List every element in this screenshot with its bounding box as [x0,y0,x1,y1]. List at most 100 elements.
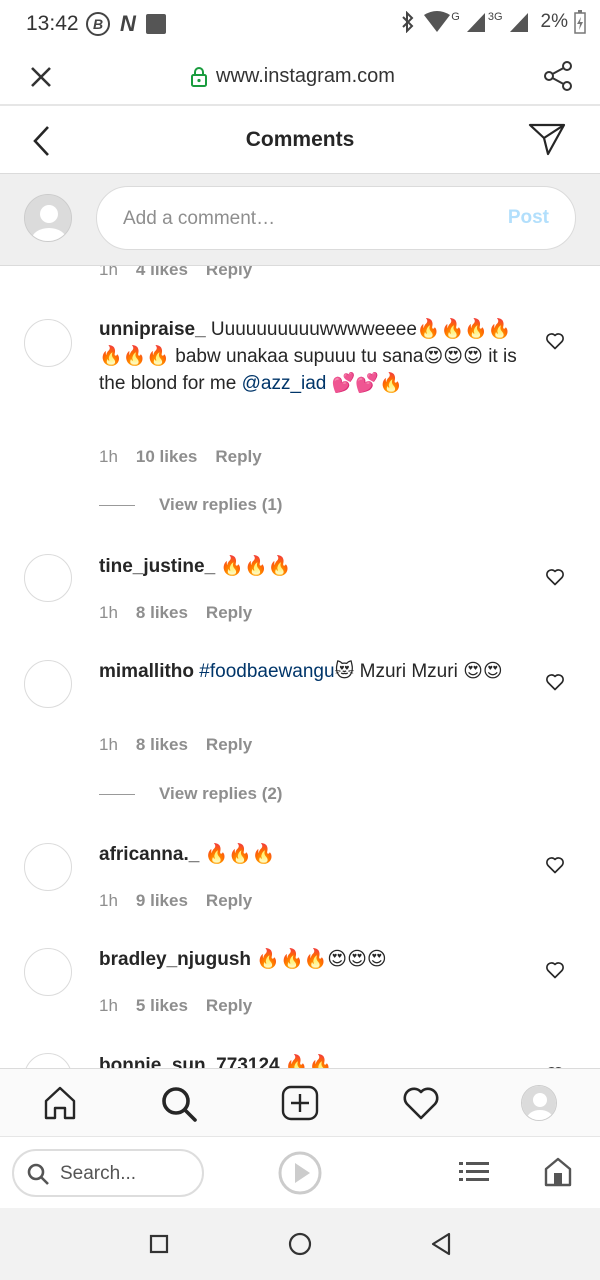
reply-button[interactable]: Reply [206,996,252,1016]
comment-body: 🔥🔥🔥 [199,844,276,865]
close-icon[interactable] [26,62,56,92]
search-placeholder: Search... [60,1163,137,1184]
browser-toolbar: www.instagram.com [0,48,600,106]
comment-time: 1h [99,447,118,466]
comment-likes[interactable]: 8 likes [136,735,188,755]
default-avatar-icon [522,1086,556,1120]
list-menu-icon[interactable] [459,1161,489,1183]
recent-apps-icon[interactable] [149,1234,169,1254]
like-heart-icon[interactable] [545,331,565,351]
comment-likes[interactable]: 4 likes [136,266,188,280]
comment-time: 1h [99,996,118,1015]
view-replies-button[interactable]: View replies (1) [99,495,282,515]
commenter-avatar[interactable] [24,554,72,602]
android-nav-bar [0,1208,600,1280]
comment-text: bradley_njugush 🔥🔥🔥😍😍😍 [99,946,519,973]
direct-send-icon[interactable] [528,122,566,156]
url-text: www.instagram.com [216,65,395,87]
post-button[interactable]: Post [508,207,549,229]
comment-meta: 1h 9 likes Reply [99,891,252,911]
comment-time: 1h [99,266,118,279]
commenter-avatar[interactable] [24,660,72,708]
comment-username[interactable]: unnipraise_ [99,319,206,340]
comment-input-placeholder: Add a comment… [123,208,276,229]
reply-button[interactable]: Reply [215,447,261,467]
commenter-avatar[interactable] [24,319,72,367]
comment-input[interactable]: Add a comment… Post [96,186,576,250]
comment-time: 1h [99,603,118,622]
back-triangle-icon[interactable] [430,1232,452,1256]
activity-heart-icon[interactable] [402,1085,440,1121]
comment-text: tine_justine_ 🔥🔥🔥 [99,553,519,580]
default-avatar-icon [25,195,71,241]
comment-hashtag[interactable]: #foodbaewangu [199,661,334,682]
profile-avatar[interactable] [521,1085,557,1121]
comment-text: mimallitho #foodbaewangu😻 Mzuri Mzuri 😍😍 [99,658,519,685]
browser-home-icon[interactable] [544,1157,572,1187]
page-title: Comments [245,128,355,151]
comment-body: 🔥🔥🔥 [215,556,292,577]
commenter-avatar[interactable] [24,843,72,891]
comment-likes[interactable]: 9 likes [136,891,188,911]
status-left-icons: B N [86,11,166,37]
replies-divider [99,504,135,506]
like-heart-icon[interactable] [545,672,565,692]
commenter-avatar[interactable] [24,948,72,996]
comment-time: 1h [99,891,118,910]
home-icon[interactable] [42,1085,78,1121]
url-field[interactable]: www.instagram.com [190,65,395,88]
n-logo-icon: N [120,11,136,36]
status-right-icons: G 3G 2% [399,10,586,34]
network-3g-label: 3G [487,11,503,23]
share-icon[interactable] [542,60,574,92]
replies-divider [99,793,135,795]
view-replies-button[interactable]: View replies (2) [99,784,282,804]
comment-username[interactable]: mimallitho [99,661,194,682]
search-icon[interactable] [160,1085,198,1123]
comment-mention[interactable]: @azz_iad [242,373,327,394]
home-circle-icon[interactable] [288,1232,312,1256]
battery-icon [574,10,586,34]
comment-meta: 1h 8 likes Reply [99,735,252,755]
like-heart-icon[interactable] [545,855,565,875]
comment-username[interactable]: tine_justine_ [99,556,215,577]
reply-button[interactable]: Reply [206,603,252,623]
current-user-avatar [24,194,72,242]
comment-meta: 1h 8 likes Reply [99,603,252,623]
comment-username[interactable]: bonnie_sun_773124 [99,1055,280,1068]
comment-username[interactable]: bradley_njugush [99,949,251,970]
comment-username[interactable]: africanna._ [99,844,199,865]
commenter-avatar[interactable] [24,1053,72,1068]
new-post-icon[interactable] [281,1085,319,1121]
battery-percent: 2% [540,11,568,32]
comments-list[interactable]: 1h 4 likes Reply unnipraise_ Uuuuuuuuuuw… [0,266,600,1068]
view-replies-label: View replies (1) [159,495,283,514]
comment-body-end: 💕💕🔥 [326,373,403,394]
play-icon[interactable] [278,1151,322,1195]
add-comment-bar: Add a comment… Post [0,174,600,266]
wifi-icon [424,11,451,32]
comment-likes[interactable]: 10 likes [136,447,197,467]
browser-search-box[interactable]: Search... [12,1149,204,1197]
comment-time: 1h [99,735,118,754]
b-badge-icon: B [86,12,110,36]
reply-button[interactable]: Reply [206,266,252,280]
comment-body: 🔥🔥 [279,1055,333,1068]
reply-button[interactable]: Reply [206,735,252,755]
like-heart-icon[interactable] [545,960,565,980]
view-replies-label: View replies (2) [159,784,283,803]
comment-text: africanna._ 🔥🔥🔥 [99,841,519,868]
comment-text: bonnie_sun_773124 🔥🔥 [99,1052,519,1068]
reply-button[interactable]: Reply [206,891,252,911]
instagram-bottom-nav [0,1068,600,1136]
comment-meta: 1h 4 likes Reply [99,266,252,280]
comment-meta: 1h 10 likes Reply [99,447,262,467]
comment-likes[interactable]: 8 likes [136,603,188,623]
comment-likes[interactable]: 5 likes [136,996,188,1016]
signal-icon [466,13,485,32]
comment-text: unnipraise_ Uuuuuuuuuuwwwweeee🔥🔥🔥🔥🔥🔥🔥 ba… [99,316,519,397]
status-bar: 13:42 B N G 3G 2% [0,0,600,48]
like-heart-icon[interactable] [545,567,565,587]
comment-body: 🔥🔥🔥😍😍😍 [251,949,387,970]
bluetooth-icon [402,11,414,33]
